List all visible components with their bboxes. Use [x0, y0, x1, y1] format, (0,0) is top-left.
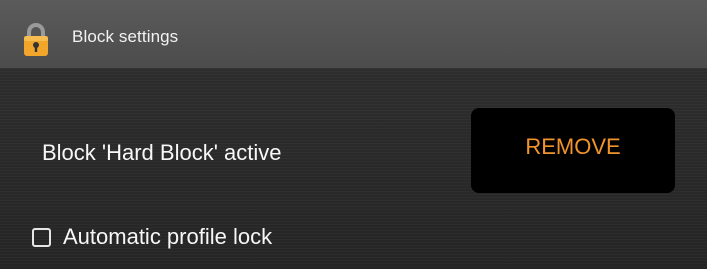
automatic-profile-lock-label: Automatic profile lock [63, 224, 273, 249]
remove-button[interactable]: REMOVE [471, 108, 675, 193]
lock-icon [24, 23, 48, 56]
window-title: Block settings [72, 27, 179, 46]
automatic-profile-lock-checkbox[interactable] [32, 227, 51, 247]
block-settings-window: Block settings Block 'Hard Block' active… [0, 0, 707, 269]
block-status-text: Block 'Hard Block' active [42, 140, 282, 165]
title-bar: Block settings [0, 0, 707, 68]
automatic-profile-lock-option[interactable]: Automatic profile lock [32, 224, 272, 250]
